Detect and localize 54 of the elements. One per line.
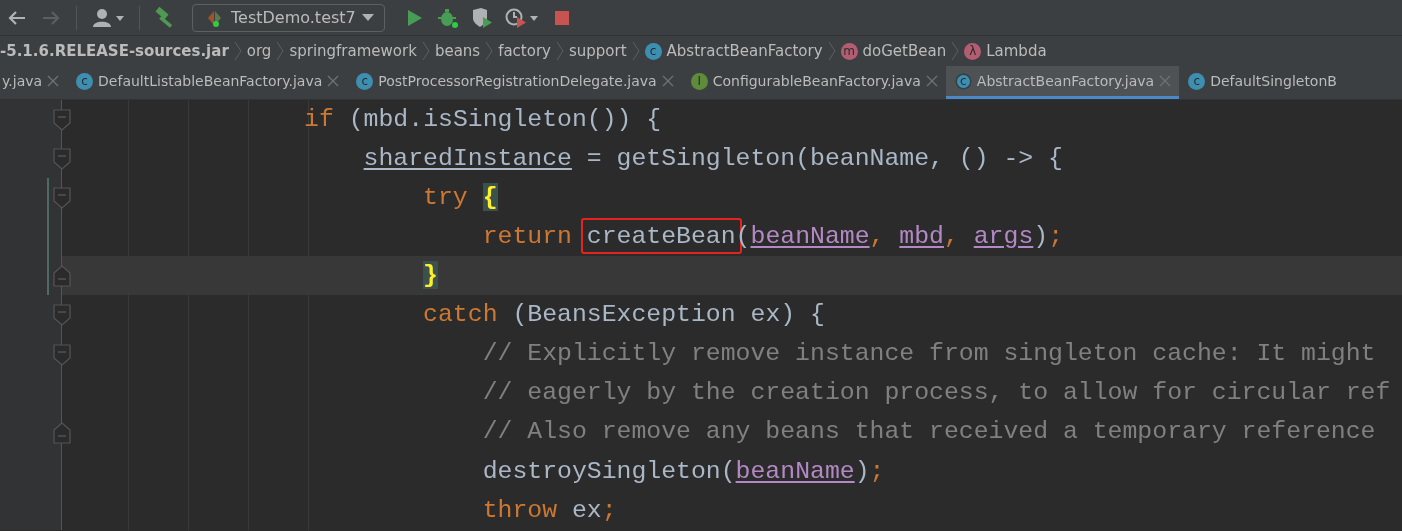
chevron-icon bbox=[276, 40, 285, 62]
fold-open-icon[interactable] bbox=[53, 148, 71, 171]
editor-tab[interactable]: c PostProcessorRegistrationDelegate.java bbox=[347, 66, 682, 99]
chevron-icon bbox=[233, 40, 242, 62]
breadcrumb-item[interactable]: support bbox=[568, 42, 627, 60]
fold-close-icon[interactable] bbox=[53, 421, 71, 444]
code-line: if (mbd.isSingleton()) { bbox=[304, 104, 662, 135]
chevron-icon bbox=[951, 40, 960, 62]
abstract-class-icon: c bbox=[954, 72, 972, 90]
chevron-icon bbox=[555, 40, 564, 62]
editor-tab[interactable]: c DefaultSingletonB bbox=[1179, 66, 1339, 99]
editor-tab[interactable]: I ConfigurableBeanFactory.java bbox=[681, 66, 946, 99]
close-icon[interactable] bbox=[1159, 75, 1172, 87]
code-line: // Also remove any beans that received a temporary reference bbox=[482, 417, 1376, 448]
close-icon[interactable] bbox=[327, 75, 340, 87]
chevron-icon bbox=[485, 40, 494, 62]
editor-tab[interactable]: c AbstractBeanFactory.java bbox=[945, 66, 1180, 99]
editor-tab[interactable]: c DefaultListableBeanFactory.java bbox=[67, 66, 348, 99]
code-line: destroySingleton(beanName); bbox=[482, 456, 885, 487]
code-line: catch (BeansException ex) { bbox=[423, 300, 825, 330]
breadcrumb-item[interactable]: org bbox=[246, 42, 272, 60]
breadcrumb-item[interactable]: m doGetBean bbox=[840, 42, 947, 60]
class-icon: c bbox=[644, 42, 662, 60]
code-line: sharedInstance = getSingleton(beanName, () -> { bbox=[363, 143, 1063, 174]
editor-tab[interactable]: y.java bbox=[0, 66, 68, 99]
run-configuration-dropdown[interactable]: TestDemo.test7 bbox=[192, 3, 385, 32]
code-line: // Explicitly remove instance from singleton cache: It might bbox=[482, 339, 1376, 369]
fold-open-icon[interactable] bbox=[53, 304, 71, 327]
caret-icon bbox=[361, 13, 374, 22]
breadcrumb-item[interactable]: λ Lambda bbox=[964, 42, 1047, 60]
breadcrumb-item[interactable]: -5.1.6.RELEASE-sources.jar bbox=[0, 42, 229, 60]
code-line: try { bbox=[423, 182, 498, 213]
code-line: // eagerly by the creation process, to allow for circular ref bbox=[482, 378, 1391, 409]
breadcrumb-item[interactable]: beans bbox=[434, 42, 481, 60]
lambda-icon: λ bbox=[964, 42, 982, 60]
chevron-icon bbox=[421, 40, 430, 62]
fold-open-icon[interactable] bbox=[53, 187, 71, 210]
chevron-icon bbox=[827, 40, 836, 62]
class-icon: c bbox=[76, 72, 94, 90]
chevron-icon bbox=[631, 40, 640, 62]
class-icon: c bbox=[1188, 72, 1206, 90]
code-line: throw ex; bbox=[482, 495, 617, 526]
breadcrumb-item[interactable]: factory bbox=[498, 42, 551, 60]
fold-open-icon[interactable] bbox=[53, 343, 71, 366]
breadcrumb-item[interactable]: springframework bbox=[289, 42, 417, 60]
interface-icon: I bbox=[690, 72, 708, 90]
class-icon: c bbox=[356, 72, 374, 90]
breadcrumb-item[interactable]: c AbstractBeanFactory bbox=[644, 42, 823, 60]
close-icon[interactable] bbox=[661, 75, 674, 87]
fold-close-icon[interactable] bbox=[53, 265, 71, 288]
close-icon[interactable] bbox=[47, 75, 60, 87]
fold-open-icon[interactable] bbox=[53, 109, 71, 131]
close-icon[interactable] bbox=[925, 75, 938, 87]
method-icon: m bbox=[840, 42, 858, 60]
